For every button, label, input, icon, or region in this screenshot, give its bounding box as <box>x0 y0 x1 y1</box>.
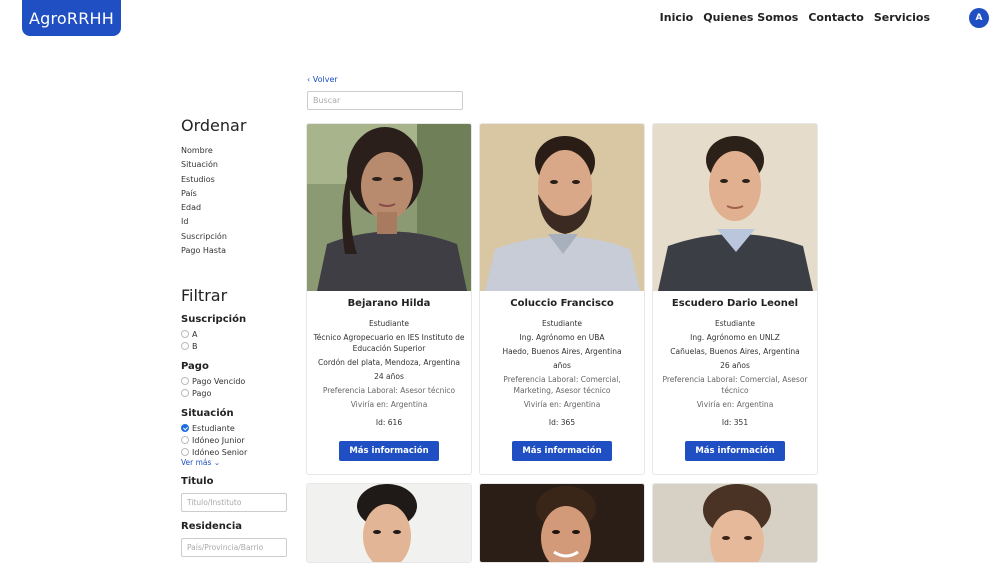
sort-pago-hasta[interactable]: Pago Hasta <box>181 244 291 258</box>
profile-location: Cañuelas, Buenos Aires, Argentina <box>670 347 800 356</box>
profile-photo-image <box>307 124 471 291</box>
profile-preference: Preferencia Laboral: Comercial, Marketin… <box>503 375 621 395</box>
profile-name: Escudero Dario Leonel <box>671 298 799 309</box>
radio-icon[interactable] <box>181 448 189 457</box>
filter-option-estudiante[interactable]: Estudiante <box>181 422 291 434</box>
sort-heading: Ordenar <box>181 116 247 135</box>
search-input[interactable] <box>307 91 463 110</box>
nav-quienes-somos[interactable]: Quienes Somos <box>703 11 798 24</box>
option-label: Idóneo Senior <box>192 447 248 457</box>
sort-list: Nombre Situación Estudios País Edad Id S… <box>181 144 291 258</box>
profile-study: Ing. Agrónomo en UNLZ <box>690 333 780 342</box>
profile-photo <box>480 124 644 291</box>
radio-icon[interactable] <box>181 389 189 398</box>
profile-study: Técnico Agropecuario en IES Instituto de… <box>313 333 465 353</box>
profile-study: Ing. Agrónomo en UBA <box>519 333 605 342</box>
profile-name: Bejarano Hilda <box>347 298 431 309</box>
filter-option-pago-vencido[interactable]: Pago Vencido <box>181 375 291 387</box>
profile-photo-image <box>653 124 817 291</box>
profile-photo-image <box>653 484 817 562</box>
profile-card <box>306 483 472 563</box>
profile-id: Id: 365 <box>548 418 576 427</box>
user-avatar[interactable]: A <box>969 8 989 28</box>
option-label: Idóneo Junior <box>192 435 245 445</box>
profile-lives: Viviría en: Argentina <box>696 400 774 409</box>
profile-lives: Viviría en: Argentina <box>523 400 601 409</box>
radio-checked-icon[interactable] <box>181 424 189 433</box>
profile-photo <box>653 124 817 291</box>
more-info-button[interactable]: Más información <box>512 441 612 461</box>
profile-age: años <box>553 361 571 370</box>
profile-card <box>479 483 645 563</box>
residencia-input[interactable] <box>181 538 287 558</box>
profile-id: Id: 351 <box>721 418 749 427</box>
profile-location: Haedo, Buenos Aires, Argentina <box>502 347 622 356</box>
nav-servicios[interactable]: Servicios <box>874 11 930 24</box>
nav-inicio[interactable]: Inicio <box>660 11 694 24</box>
profile-card: Bejarano Hilda Estudiante Técnico Agrope… <box>306 123 472 475</box>
radio-icon[interactable] <box>181 342 189 351</box>
profile-lives: Viviría en: Argentina <box>350 400 428 409</box>
sort-nombre[interactable]: Nombre <box>181 144 291 158</box>
option-label: A <box>192 329 198 339</box>
option-label: Estudiante <box>192 423 235 433</box>
profile-photo <box>307 484 471 562</box>
sidebar: Ordenar Nombre Situación Estudios País E… <box>181 116 291 558</box>
more-info-button[interactable]: Más información <box>339 441 439 461</box>
back-link[interactable]: ‹ Volver <box>307 75 338 84</box>
profile-grid: Bejarano Hilda Estudiante Técnico Agrope… <box>306 123 820 563</box>
sort-pais[interactable]: País <box>181 187 291 201</box>
titulo-input[interactable] <box>181 493 287 513</box>
profile-preference: Preferencia Laboral: Asesor técnico <box>322 386 456 395</box>
profile-age: 24 años <box>374 372 404 381</box>
profile-role: Estudiante <box>368 319 410 328</box>
profile-card: Escudero Dario Leonel Estudiante Ing. Ag… <box>652 123 818 475</box>
profile-photo <box>653 484 817 562</box>
filter-option-idoneo-senior[interactable]: Idóneo Senior <box>181 446 291 458</box>
profile-photo-image <box>480 484 644 562</box>
profile-role: Estudiante <box>714 319 756 328</box>
radio-icon[interactable] <box>181 436 189 445</box>
profile-location: Cordón del plata, Mendoza, Argentina <box>318 358 460 367</box>
sort-edad[interactable]: Edad <box>181 201 291 215</box>
more-info-button[interactable]: Más información <box>685 441 785 461</box>
filter-suscripcion-title: Suscripción <box>181 314 247 326</box>
filter-titulo-title: Titulo <box>181 476 214 488</box>
filter-pago-title: Pago <box>181 361 209 373</box>
filter-option-b[interactable]: B <box>181 340 291 352</box>
profile-photo <box>307 124 471 291</box>
sort-situacion[interactable]: Situación <box>181 158 291 172</box>
radio-icon[interactable] <box>181 330 189 339</box>
filter-option-idoneo-junior[interactable]: Idóneo Junior <box>181 434 291 446</box>
profile-name: Coluccio Francisco <box>510 298 614 309</box>
filter-heading: Filtrar <box>181 286 228 306</box>
profile-preference: Preferencia Laboral: Comercial, Asesor t… <box>662 375 808 395</box>
top-nav: Inicio Quienes Somos Contacto Servicios <box>660 11 930 24</box>
option-label: B <box>192 341 198 351</box>
profile-card: Coluccio Francisco Estudiante Ing. Agrón… <box>479 123 645 475</box>
option-label: Pago Vencido <box>192 376 246 386</box>
filter-residencia-title: Residencia <box>181 521 243 533</box>
profile-role: Estudiante <box>541 319 583 328</box>
filter-option-a[interactable]: A <box>181 328 291 340</box>
filter-situacion-title: Situación <box>181 408 234 420</box>
profile-card <box>652 483 818 563</box>
nav-contacto[interactable]: Contacto <box>808 11 863 24</box>
profile-photo-image <box>480 124 644 291</box>
profile-photo <box>480 484 644 562</box>
sort-id[interactable]: Id <box>181 215 291 229</box>
filter-option-pago[interactable]: Pago <box>181 387 291 399</box>
ver-mas-link[interactable]: Ver más ⌄ <box>181 458 291 467</box>
brand-logo[interactable]: AgroRRHH <box>22 0 121 36</box>
sort-suscripcion[interactable]: Suscripción <box>181 230 291 244</box>
radio-icon[interactable] <box>181 377 189 386</box>
profile-id: Id: 616 <box>375 418 403 427</box>
sort-estudios[interactable]: Estudios <box>181 173 291 187</box>
option-label: Pago <box>192 388 212 398</box>
profile-age: 26 años <box>720 361 750 370</box>
profile-photo-image <box>307 484 471 562</box>
